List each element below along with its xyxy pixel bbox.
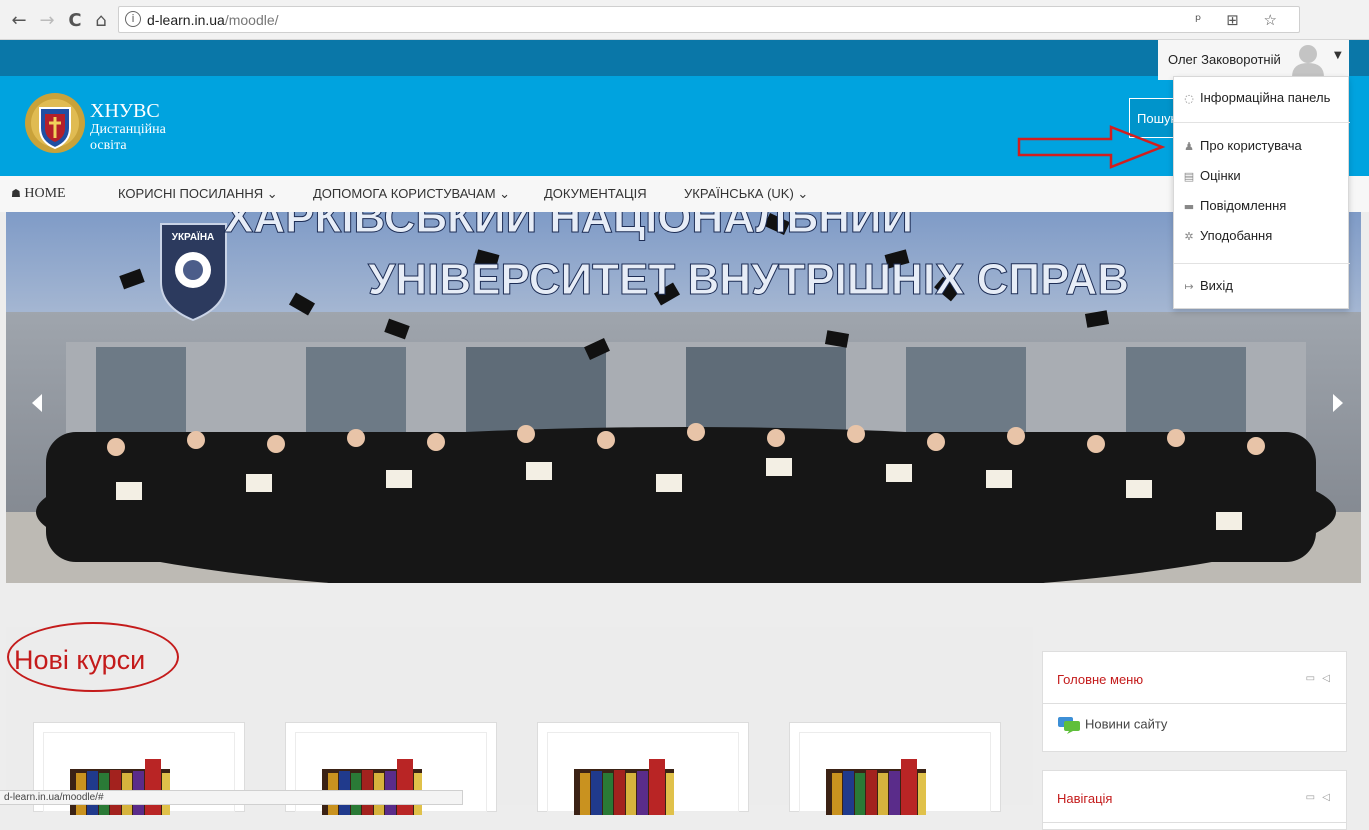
forward-icon[interactable]: → bbox=[36, 10, 58, 32]
news-chat-icon bbox=[1058, 717, 1080, 734]
site-title: ХНУВС bbox=[90, 100, 160, 122]
browser-status-bar: d-learn.in.ua/moodle/# bbox=[0, 790, 463, 805]
block-controls-icon[interactable]: ▭ ◁ bbox=[1306, 673, 1332, 684]
slider-next-icon[interactable] bbox=[1329, 392, 1347, 414]
main-menu-block: Головне меню ▭ ◁ Новини сайту bbox=[1042, 651, 1347, 752]
menu-divider bbox=[1174, 122, 1350, 123]
menu-item-dashboard[interactable]: ◌ Інформаційна панель bbox=[1174, 87, 1350, 115]
main-menu-header: Головне меню ▭ ◁ bbox=[1043, 652, 1346, 704]
badge-text: УКРАЇНА bbox=[172, 230, 215, 243]
highlight-circle bbox=[7, 622, 179, 692]
url-path: /moodle/ bbox=[224, 12, 279, 28]
home-nav-icon: ☗ bbox=[11, 187, 21, 200]
course-card[interactable] bbox=[789, 722, 1001, 815]
info-icon[interactable]: i bbox=[125, 11, 141, 27]
slider-prev-icon[interactable] bbox=[28, 392, 46, 414]
nav-home-label: HOME bbox=[24, 186, 66, 201]
reload-icon[interactable]: C bbox=[64, 10, 86, 32]
grades-icon: ▤ bbox=[1183, 170, 1195, 183]
gear-icon: ✲ bbox=[1184, 230, 1194, 243]
site-subtitle-1: Дистанційна bbox=[90, 122, 166, 137]
address-bar[interactable]: i d-learn.in.ua/moodle/ ᵖ ⊞ ☆ bbox=[118, 6, 1300, 33]
banner-line-2: УНІВЕРСИТЕТ ВНУТРІШНІХ СПРАВ bbox=[368, 255, 1129, 304]
menu-item-label: Про користувача bbox=[1200, 138, 1302, 153]
back-icon[interactable]: ← bbox=[8, 10, 30, 32]
main-navigation: ☗ HOME КОРИСНІ ПОСИЛАННЯ ⌄ ДОПОМОГА КОРИ… bbox=[0, 176, 1369, 212]
user-dropdown-menu: ◌ Інформаційна панель ♟ Про користувача ▤ О… bbox=[1173, 76, 1350, 309]
annotation-arrow-icon bbox=[1017, 125, 1166, 169]
nav-language[interactable]: УКРАЇНСЬКА (UK) ⌄ bbox=[684, 186, 808, 202]
menu-item-messages[interactable]: ▬ Повідомлення bbox=[1174, 195, 1350, 223]
course-image-frame bbox=[547, 732, 739, 815]
hero-slider: УКРАЇНА ХАРКІВСЬКИЙ НАЦІОНАЛЬНИЙ УНІВЕРС… bbox=[6, 212, 1361, 583]
nav-documentation[interactable]: ДОКУМЕНТАЦІЯ bbox=[544, 186, 647, 201]
dashboard-icon: ◌ bbox=[1184, 92, 1194, 105]
course-image-frame bbox=[799, 732, 991, 815]
books-icon bbox=[70, 759, 170, 815]
menu-item-profile[interactable]: ♟ Про користувача bbox=[1174, 135, 1350, 163]
menu-item-grades[interactable]: ▤ Оцінки bbox=[1174, 165, 1350, 193]
course-card[interactable] bbox=[537, 722, 749, 815]
university-logo[interactable] bbox=[23, 90, 87, 156]
user-name: Олег Заковоротній bbox=[1168, 52, 1281, 67]
navigation-header: Навігація ▭ ◁ bbox=[1043, 771, 1346, 823]
browser-toolbar: ← → C ⌂ i d-learn.in.ua/moodle/ ᵖ ⊞ ☆ bbox=[0, 0, 1369, 40]
avatar bbox=[1292, 45, 1324, 77]
menu-item-label: Уподобання bbox=[1200, 228, 1273, 243]
menu-item-label: Інформаційна панель bbox=[1200, 90, 1331, 105]
block-controls-icon[interactable]: ▭ ◁ bbox=[1306, 792, 1332, 803]
nav-useful-links[interactable]: КОРИСНІ ПОСИЛАННЯ ⌄ bbox=[118, 186, 278, 202]
nav-help[interactable]: ДОПОМОГА КОРИСТУВАЧАМ ⌄ bbox=[313, 186, 510, 202]
menu-item-label: Вихід bbox=[1200, 278, 1233, 293]
address-actions-icon[interactable]: ᵖ ⊞ ☆ bbox=[1195, 11, 1287, 29]
graduation-photo: УКРАЇНА ХАРКІВСЬКИЙ НАЦІОНАЛЬНИЙ УНІВЕРС… bbox=[6, 212, 1361, 583]
menu-item-label: Оцінки bbox=[1200, 168, 1241, 183]
message-icon: ▬ bbox=[1183, 200, 1195, 213]
site-news-label: Новини сайту bbox=[1085, 716, 1168, 732]
url-text: d-learn.in.ua/moodle/ bbox=[147, 12, 279, 28]
navigation-title: Навігація bbox=[1057, 791, 1113, 806]
user-menu-toggle[interactable]: Олег Заковоротній ▼ bbox=[1158, 40, 1349, 80]
menu-item-preferences[interactable]: ✲ Уподобання bbox=[1174, 225, 1350, 253]
site-subtitle-2: освіта bbox=[90, 138, 127, 153]
chevron-down-icon: ▼ bbox=[1334, 50, 1342, 61]
menu-item-logout[interactable]: ↦ Вихід bbox=[1174, 275, 1350, 303]
site-news-link[interactable]: Новини сайту bbox=[1057, 716, 1332, 734]
navigation-block: Навігація ▭ ◁ bbox=[1042, 770, 1347, 830]
logout-icon: ↦ bbox=[1184, 280, 1194, 293]
site-name[interactable]: ХНУВС Дистанційна освіта bbox=[90, 100, 166, 154]
url-host: d-learn.in.ua bbox=[147, 12, 225, 28]
user-icon: ♟ bbox=[1184, 140, 1194, 153]
main-menu-title: Головне меню bbox=[1057, 672, 1144, 687]
banner-line-1: ХАРКІВСЬКИЙ НАЦІОНАЛЬНИЙ bbox=[224, 212, 913, 242]
nav-home[interactable]: ☗ HOME bbox=[11, 186, 66, 202]
books-icon bbox=[574, 759, 674, 815]
home-icon[interactable]: ⌂ bbox=[90, 10, 112, 32]
books-icon bbox=[322, 759, 422, 815]
books-icon bbox=[826, 759, 926, 815]
menu-divider bbox=[1174, 263, 1350, 264]
main-menu-body: Новини сайту bbox=[1043, 704, 1346, 746]
menu-item-label: Повідомлення bbox=[1200, 198, 1287, 213]
